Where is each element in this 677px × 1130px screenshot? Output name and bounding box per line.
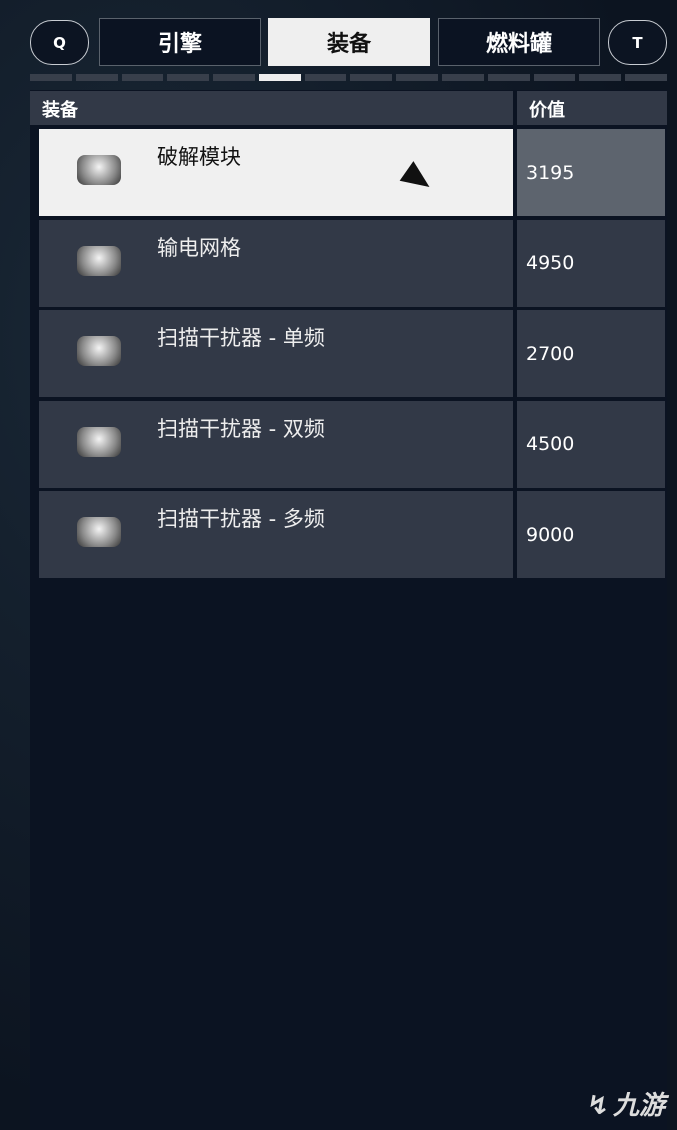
- item-name-cell[interactable]: 扫描干扰器 - 双频: [39, 400, 513, 488]
- item-name: 扫描干扰器 - 双频: [157, 416, 325, 441]
- column-header-value: 价值: [517, 91, 667, 125]
- equipment-item-icon: [77, 155, 121, 185]
- watermark-logo: ↯ 九游: [587, 1085, 665, 1122]
- item-name-cell[interactable]: 扫描干扰器 - 多频: [39, 491, 513, 578]
- equipment-item-icon: [77, 336, 121, 366]
- item-name: 输电网格: [157, 235, 241, 260]
- table-row[interactable]: 破解模块 3195: [39, 129, 665, 216]
- item-name-cell[interactable]: 破解模块: [39, 129, 513, 216]
- watermark-logo-icon: ↯: [587, 1091, 609, 1121]
- next-tab-key-button[interactable]: T: [608, 20, 667, 65]
- item-name: 扫描干扰器 - 单频: [157, 326, 325, 350]
- mouse-cursor-icon: [399, 161, 437, 197]
- tab-equipment[interactable]: 装备: [268, 18, 430, 66]
- column-header-equipment: 装备: [30, 91, 513, 125]
- page-indicator-segment: [167, 74, 210, 81]
- item-name-cell[interactable]: 扫描干扰器 - 单频: [39, 310, 513, 397]
- page-indicator-segment: [579, 74, 622, 81]
- item-value: 9000: [517, 491, 665, 578]
- tab-engine[interactable]: 引擎: [99, 18, 261, 66]
- watermark-text: 九游: [612, 1091, 665, 1121]
- table-row[interactable]: 扫描干扰器 - 多频 9000: [39, 491, 665, 578]
- page-indicator-segment: [487, 74, 530, 81]
- page-indicator-segment: [121, 74, 164, 81]
- item-name: 扫描干扰器 - 多频: [157, 507, 325, 531]
- item-value: 2700: [517, 310, 665, 397]
- table-row[interactable]: 扫描干扰器 - 单频 2700: [39, 310, 665, 397]
- page-indicator-segment: [304, 74, 347, 81]
- page-indicator-segment: [30, 74, 72, 81]
- item-value: 4950: [517, 219, 665, 307]
- page-indicator-segment: [442, 74, 484, 81]
- page-indicator-segment: [396, 74, 439, 81]
- prev-tab-key-button[interactable]: Q: [30, 20, 89, 65]
- page-indicator-segment: [625, 74, 667, 81]
- equipment-item-icon: [77, 517, 121, 547]
- tab-fuel-tank[interactable]: 燃料罐: [438, 18, 600, 66]
- item-name: 破解模块: [157, 145, 241, 169]
- tab-bar: Q 引擎 装备 燃料罐 T: [30, 18, 667, 66]
- page-indicator-segment: [258, 74, 301, 81]
- page-indicator: [30, 74, 667, 81]
- item-name-cell[interactable]: 输电网格: [39, 219, 513, 307]
- page-indicator-segment: [350, 74, 393, 81]
- table-row[interactable]: 输电网格 4950: [39, 219, 665, 307]
- equipment-item-icon: [77, 426, 121, 457]
- item-value: 3195: [517, 129, 665, 216]
- table-row[interactable]: 扫描干扰器 - 双频 4500: [39, 400, 665, 488]
- page-indicator-segment: [75, 74, 118, 81]
- page-indicator-segment: [533, 74, 576, 81]
- page-indicator-segment: [213, 74, 255, 81]
- equipment-item-icon: [77, 245, 121, 276]
- item-value: 4500: [517, 400, 665, 488]
